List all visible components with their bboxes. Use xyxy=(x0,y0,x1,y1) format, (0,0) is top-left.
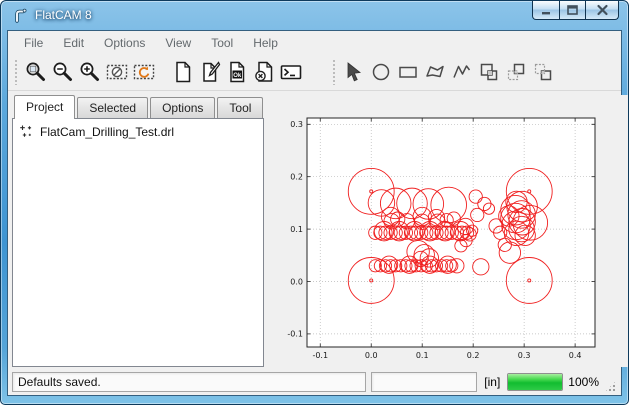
delete-object-button[interactable] xyxy=(250,59,277,86)
union-shapes-icon xyxy=(477,60,501,84)
tree-item-label: FlatCam_Drilling_Test.drl xyxy=(40,125,174,139)
toolbar-drag-handle[interactable] xyxy=(14,59,18,85)
resize-grip[interactable] xyxy=(604,380,617,393)
close-icon xyxy=(596,4,609,16)
svg-text:0.3: 0.3 xyxy=(290,120,303,129)
plot-panel: -0.1 0.0 0.1 0.2 0.3 0.4 -0.1 0.0 0.1 0.2 0.3 xyxy=(270,95,628,367)
left-panel: Project Selected Options Tool xyxy=(12,95,264,367)
minimize-button[interactable] xyxy=(532,1,560,20)
circle-shape-icon xyxy=(369,60,393,84)
progress-percent-label: 100% xyxy=(568,375,599,389)
ok-document-icon: Ok xyxy=(225,60,249,84)
intersect-button[interactable] xyxy=(529,59,556,86)
svg-text:0.3: 0.3 xyxy=(518,351,531,360)
delete-document-icon xyxy=(252,60,276,84)
status-bar: Defaults saved. [in] 100% xyxy=(8,369,621,395)
svg-text:0.0: 0.0 xyxy=(290,277,303,286)
new-project-button[interactable] xyxy=(169,59,196,86)
toolbar-drag-handle[interactable] xyxy=(332,59,336,85)
menu-tool[interactable]: Tool xyxy=(201,33,243,53)
svg-text:0.2: 0.2 xyxy=(290,172,303,181)
menu-help[interactable]: Help xyxy=(243,33,288,53)
draw-polyline-button[interactable] xyxy=(448,59,475,86)
window-title: FlatCAM 8 xyxy=(35,8,92,22)
shell-button[interactable] xyxy=(277,59,304,86)
menu-edit[interactable]: Edit xyxy=(53,33,94,53)
client-area: File Edit Options View Tool Help xyxy=(7,30,622,396)
save-ok-button[interactable]: Ok xyxy=(223,59,250,86)
polygon-shape-icon xyxy=(423,60,447,84)
units-label: [in] xyxy=(482,375,502,389)
tab-bar: Project Selected Options Tool xyxy=(12,95,264,118)
replot-button[interactable] xyxy=(130,59,157,86)
svg-text:0.1: 0.1 xyxy=(290,225,303,234)
svg-text:-0.1: -0.1 xyxy=(312,351,328,360)
open-document-button[interactable] xyxy=(196,59,223,86)
zoom-out-icon xyxy=(51,60,75,84)
progress-bar xyxy=(507,373,563,391)
union-button[interactable] xyxy=(475,59,502,86)
svg-text:0.4: 0.4 xyxy=(569,351,582,360)
zoom-in-button[interactable] xyxy=(76,59,103,86)
menu-bar: File Edit Options View Tool Help xyxy=(8,31,621,54)
subtract-shapes-icon xyxy=(504,60,528,84)
svg-text:0.2: 0.2 xyxy=(467,351,480,360)
project-tree[interactable]: FlatCam_Drilling_Test.drl xyxy=(12,118,264,367)
polyline-shape-icon xyxy=(450,60,474,84)
svg-text:Ok: Ok xyxy=(233,73,242,79)
status-secondary-box xyxy=(371,372,477,392)
toolbar: Ok xyxy=(8,54,621,91)
subtract-button[interactable] xyxy=(502,59,529,86)
zoom-out-button[interactable] xyxy=(49,59,76,86)
clear-plot-button[interactable] xyxy=(103,59,130,86)
draw-polygon-button[interactable] xyxy=(421,59,448,86)
window: FlatCAM 8 File Edit Options View To xyxy=(0,0,629,405)
tab-options[interactable]: Options xyxy=(150,97,215,118)
new-document-icon xyxy=(171,60,195,84)
tree-item-drill-file[interactable]: FlatCam_Drilling_Test.drl xyxy=(13,119,263,139)
svg-text:0.0: 0.0 xyxy=(365,351,378,360)
drill-icon xyxy=(19,124,34,139)
shell-terminal-icon xyxy=(279,60,303,84)
minimize-icon xyxy=(540,4,552,16)
menu-options[interactable]: Options xyxy=(94,33,155,53)
zoom-fit-button[interactable] xyxy=(22,59,49,86)
tab-project[interactable]: Project xyxy=(14,95,75,119)
window-controls xyxy=(533,1,619,20)
svg-text:0.1: 0.1 xyxy=(416,351,429,360)
status-message: Defaults saved. xyxy=(12,372,366,392)
zoom-fit-icon xyxy=(24,60,48,84)
draw-circle-button[interactable] xyxy=(367,59,394,86)
close-button[interactable] xyxy=(585,1,619,20)
draw-rectangle-button[interactable] xyxy=(394,59,421,86)
clear-plot-icon xyxy=(105,60,129,84)
drill-plot-canvas[interactable]: -0.1 0.0 0.1 0.2 0.3 0.4 -0.1 0.0 0.1 0.2 0.3 xyxy=(270,105,628,367)
titlebar[interactable]: FlatCAM 8 xyxy=(1,1,628,30)
tab-tool[interactable]: Tool xyxy=(217,97,263,118)
edit-document-icon xyxy=(198,60,222,84)
menu-view[interactable]: View xyxy=(155,33,201,53)
select-tool-button[interactable] xyxy=(340,59,367,86)
maximize-icon xyxy=(566,4,579,16)
main-content: Project Selected Options Tool xyxy=(8,91,621,369)
svg-text:-0.1: -0.1 xyxy=(287,330,303,339)
intersect-shapes-icon xyxy=(531,60,555,84)
replot-icon xyxy=(132,60,156,84)
maximize-button[interactable] xyxy=(559,1,586,20)
menu-file[interactable]: File xyxy=(14,33,53,53)
zoom-in-icon xyxy=(78,60,102,84)
progress-fill xyxy=(508,374,562,390)
rectangle-shape-icon xyxy=(396,60,420,84)
flatcam-app-icon xyxy=(12,7,29,24)
tab-selected[interactable]: Selected xyxy=(77,97,148,118)
cursor-arrow-icon xyxy=(342,60,366,84)
